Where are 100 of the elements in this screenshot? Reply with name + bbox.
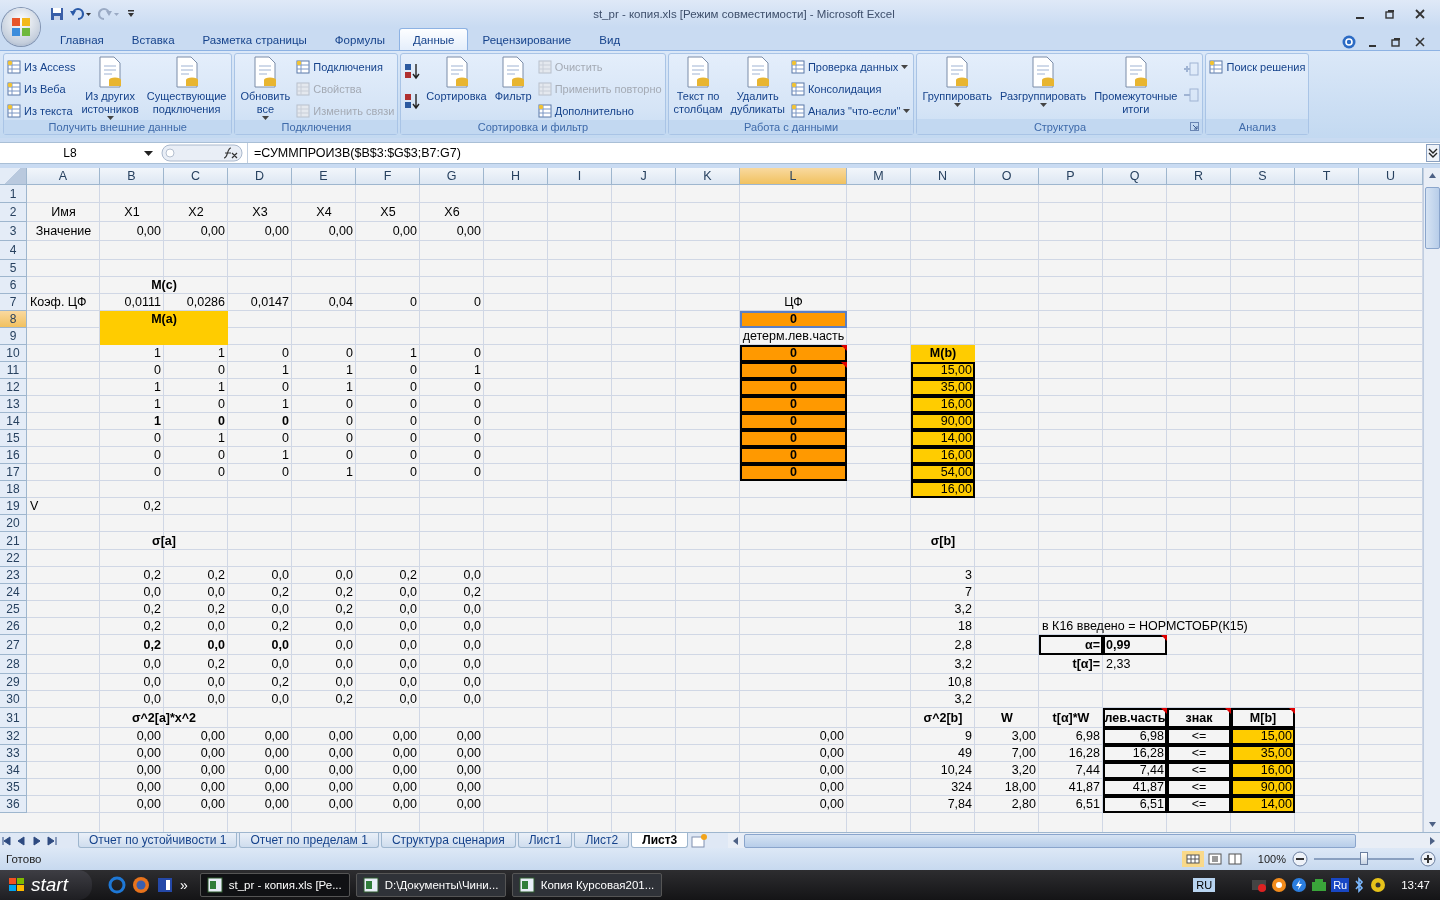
ribbon-button[interactable]: Существующие подключения: [144, 56, 229, 116]
column-header[interactable]: D: [228, 168, 292, 185]
ribbon-tab[interactable]: Формулы: [320, 28, 399, 50]
keyboard-layout-indicator[interactable]: Ru: [1331, 878, 1350, 892]
row-header[interactable]: 23: [0, 567, 27, 584]
tray-icon[interactable]: [1291, 877, 1308, 893]
row-header[interactable]: 21: [0, 532, 27, 550]
page-layout-icon[interactable]: [1205, 851, 1224, 867]
ribbon-tab[interactable]: Данные: [398, 28, 469, 50]
ribbon-button[interactable]: Дополнительно: [537, 101, 662, 120]
sort-ascending-icon[interactable]: [404, 62, 421, 80]
ribbon-button[interactable]: Разгруппировать: [998, 56, 1089, 107]
function-icon[interactable]: [161, 144, 243, 162]
row-header[interactable]: 8: [0, 311, 27, 328]
ribbon-button[interactable]: Из Веба: [7, 79, 76, 98]
bluetooth-icon[interactable]: [1353, 877, 1366, 893]
page-break-icon[interactable]: [1225, 851, 1244, 867]
ribbon-tab[interactable]: Главная: [46, 28, 118, 50]
help-icon[interactable]: [1342, 35, 1356, 49]
row-header[interactable]: 15: [0, 430, 27, 447]
row-header[interactable]: 25: [0, 601, 27, 618]
sheet-tab[interactable]: Отчет по пределам 1: [239, 833, 379, 848]
row-header[interactable]: 6: [0, 277, 27, 294]
column-header[interactable]: I: [548, 168, 612, 185]
row-header[interactable]: 7: [0, 294, 27, 311]
taskbar-button[interactable]: st_pr - копия.xls [Ре...: [199, 873, 350, 897]
undo-icon[interactable]: [70, 6, 92, 21]
row-header[interactable]: 33: [0, 745, 27, 762]
ribbon-button[interactable]: Подключения: [296, 57, 395, 76]
vertical-scrollbar[interactable]: [1423, 168, 1440, 832]
column-header[interactable]: B: [100, 168, 164, 185]
row-header[interactable]: 18: [0, 481, 27, 498]
column-header[interactable]: O: [975, 168, 1039, 185]
expand-icon[interactable]: [1426, 144, 1440, 162]
dialog-launcher-icon[interactable]: [1190, 122, 1200, 131]
column-header[interactable]: K: [676, 168, 740, 185]
column-header[interactable]: F: [356, 168, 420, 185]
caret-icon[interactable]: [144, 150, 153, 156]
row-header[interactable]: 31: [0, 708, 27, 728]
column-header[interactable]: E: [292, 168, 356, 185]
row-header[interactable]: 30: [0, 691, 27, 708]
row-header[interactable]: 29: [0, 674, 27, 691]
column-header[interactable]: U: [1359, 168, 1423, 185]
ribbon-button[interactable]: Текст по столбцам: [671, 56, 725, 116]
ribbon-button[interactable]: Консолидация: [790, 79, 911, 98]
column-header[interactable]: Q: [1103, 168, 1167, 185]
sort-descending-icon[interactable]: [404, 92, 421, 110]
app-icon[interactable]: [155, 876, 174, 894]
taskbar-button[interactable]: D:\Документы\Чини...: [355, 873, 506, 897]
row-header[interactable]: 35: [0, 779, 27, 796]
column-header[interactable]: S: [1231, 168, 1295, 185]
ribbon-button[interactable]: Сортировка: [424, 56, 489, 103]
ribbon-button[interactable]: Удалить дубликаты: [728, 56, 787, 116]
sheet-tab[interactable]: Лист3: [631, 833, 689, 848]
normal-view-icon[interactable]: [1181, 851, 1204, 867]
row-header[interactable]: 13: [0, 396, 27, 413]
ribbon-button[interactable]: Поиск решения: [1209, 57, 1306, 76]
ribbon-button[interactable]: Проверка данных: [790, 57, 911, 76]
column-header[interactable]: T: [1295, 168, 1359, 185]
row-header[interactable]: 1: [0, 185, 27, 203]
column-header[interactable]: M: [847, 168, 911, 185]
column-header[interactable]: L: [740, 168, 847, 185]
row-header[interactable]: 34: [0, 762, 27, 779]
tray-icon[interactable]: [1271, 877, 1288, 893]
column-header[interactable]: R: [1167, 168, 1231, 185]
zoom-level[interactable]: 100%: [1257, 853, 1286, 865]
row-header[interactable]: 24: [0, 584, 27, 601]
ribbon-button[interactable]: Из других источников: [79, 56, 141, 120]
ribbon-tab[interactable]: Разметка страницы: [188, 28, 321, 50]
zoom-slider[interactable]: [1360, 852, 1368, 865]
wireless-icon[interactable]: [1369, 877, 1388, 893]
ribbon-button[interactable]: Анализ "что-если": [790, 101, 911, 120]
row-header[interactable]: 16: [0, 447, 27, 464]
start-button[interactable]: start: [0, 870, 92, 900]
zoom-out-icon[interactable]: [1292, 851, 1308, 867]
column-header[interactable]: P: [1039, 168, 1103, 185]
row-header[interactable]: 4: [0, 241, 27, 260]
zoom-in-icon[interactable]: [1420, 851, 1436, 867]
row-header[interactable]: 32: [0, 728, 27, 745]
row-header[interactable]: 22: [0, 550, 27, 567]
language-indicator[interactable]: RU: [1193, 878, 1216, 892]
row-header[interactable]: 27: [0, 635, 27, 655]
row-header[interactable]: 20: [0, 515, 27, 532]
column-header[interactable]: J: [612, 168, 676, 185]
row-header[interactable]: 2: [0, 203, 27, 222]
office-button[interactable]: [2, 8, 40, 46]
row-header[interactable]: 26: [0, 618, 27, 635]
ribbon-button[interactable]: Промежуточные итоги: [1092, 56, 1180, 116]
row-header[interactable]: 3: [0, 222, 27, 241]
sheet-tab[interactable]: Отчет по устойчивости 1: [78, 833, 238, 848]
row-header[interactable]: 28: [0, 655, 27, 674]
sheet-tab[interactable]: Структура сценария: [380, 833, 516, 848]
ribbon-tab[interactable]: Вид: [585, 28, 635, 50]
row-header[interactable]: 10: [0, 345, 27, 362]
row-header[interactable]: 11: [0, 362, 27, 379]
browser-icon[interactable]: [107, 876, 126, 894]
row-header[interactable]: 19: [0, 498, 27, 515]
ribbon-button[interactable]: Из Access: [7, 57, 76, 76]
column-header[interactable]: C: [164, 168, 228, 185]
name-box[interactable]: L8: [0, 146, 140, 160]
